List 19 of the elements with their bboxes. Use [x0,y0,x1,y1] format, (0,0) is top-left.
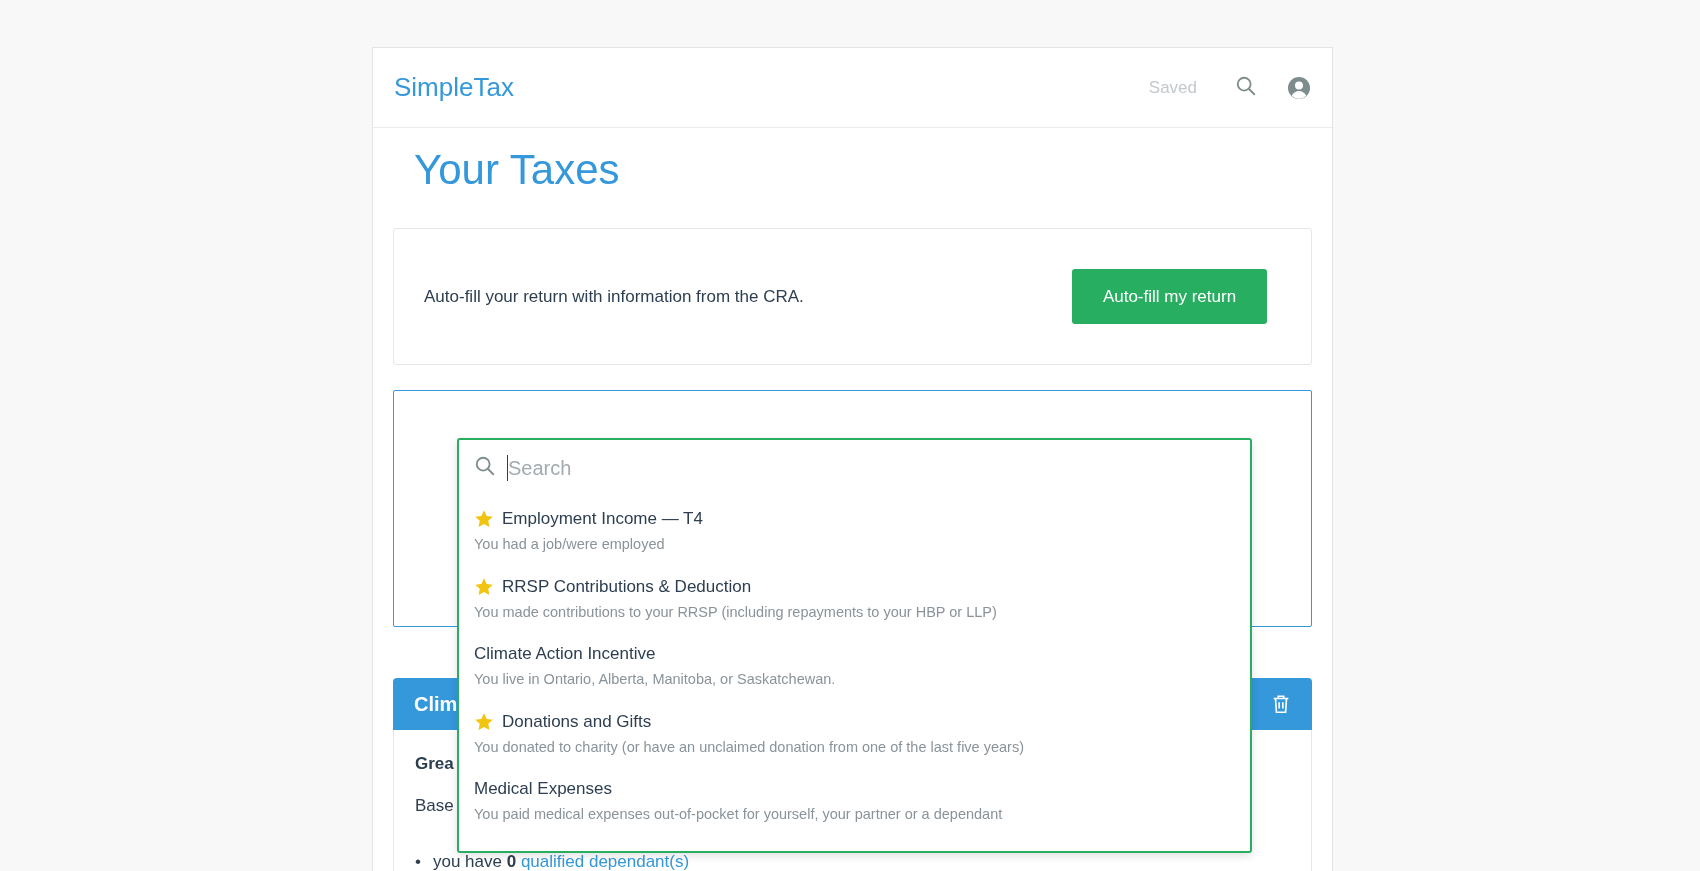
section-text: Base [415,796,454,816]
save-status: Saved [1148,77,1197,98]
suggestion-title[interactable]: Employment Income — T4 [502,509,703,530]
autofill-description: Auto-fill your return with information from the CRA. [424,286,804,307]
suggestion-description: You paid medical expenses out-of-pocket for yourself, your partner or a dependant [474,806,1004,823]
bullet-marker: • [415,852,421,871]
page-title: Your Taxes [414,145,620,195]
suggestion-title[interactable]: Donations and Gifts [502,711,652,732]
suggestion-description: You donated to charity (or have an unclaimed donation from one of the last five years) [474,738,1025,755]
suggestion-title[interactable]: Climate Action Incentive [474,644,656,665]
user-avatar-icon[interactable] [1287,75,1311,100]
bullet-text: you have 0 qualified dependant(s) [432,852,690,871]
suggestion-description: You made contributions to your RRSP (including repayments to your HBP or LLP) [474,603,998,620]
suggestion-title[interactable]: Medical Expenses [474,779,612,800]
suggestion-description: You had a job/were employed [474,536,666,553]
suggestion-title[interactable]: RRSP Contributions & Deduction [502,576,752,597]
suggestion-description: You live in Ontario, Alberta, Manitoba, or Saskatchewan. [474,671,837,688]
section-title: Clim [414,692,458,716]
section-heading: Grea [415,754,454,774]
